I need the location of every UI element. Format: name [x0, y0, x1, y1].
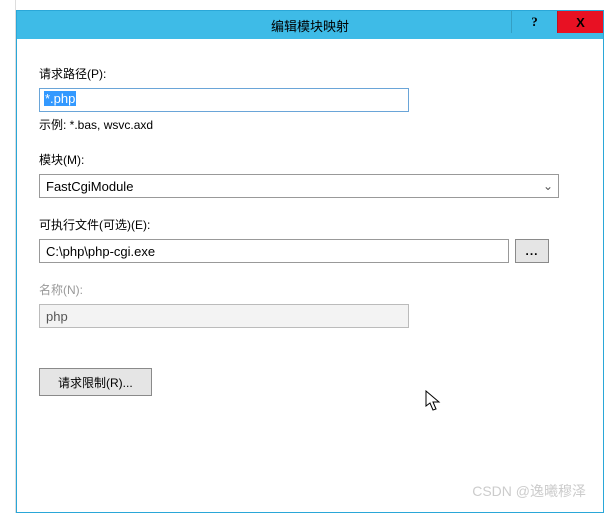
executable-input[interactable] — [39, 239, 509, 263]
request-path-label: 请求路径(P): — [39, 65, 581, 82]
name-group: 名称(N): — [39, 281, 581, 328]
dialog-window: 编辑模块映射 ? X 请求路径(P): *.php 示例: *.bas, wsv… — [16, 10, 604, 513]
request-path-group: 请求路径(P): *.php 示例: *.bas, wsvc.axd — [39, 65, 581, 133]
request-restrictions-button[interactable]: 请求限制(R)... — [39, 368, 152, 396]
help-button[interactable]: ? — [511, 11, 557, 33]
watermark: CSDN @逸曦穆泽 — [472, 481, 586, 501]
dialog-content: 请求路径(P): *.php 示例: *.bas, wsvc.axd 模块(M)… — [17, 39, 603, 416]
executable-group: 可执行文件(可选)(E): ... — [39, 216, 581, 263]
module-value: FastCgiModule — [40, 179, 538, 194]
request-path-value: *.php — [44, 91, 76, 106]
browse-button[interactable]: ... — [515, 239, 549, 263]
close-button[interactable]: X — [557, 11, 603, 33]
module-select[interactable]: FastCgiModule ⌄ — [39, 174, 559, 198]
executable-row: ... — [39, 239, 581, 263]
executable-label: 可执行文件(可选)(E): — [39, 216, 581, 233]
titlebar: 编辑模块映射 ? X — [17, 11, 603, 39]
request-path-hint: 示例: *.bas, wsvc.axd — [39, 116, 581, 133]
name-input — [39, 304, 409, 328]
module-label: 模块(M): — [39, 151, 581, 168]
request-path-input[interactable]: *.php — [39, 88, 409, 112]
chevron-down-icon: ⌄ — [538, 179, 558, 193]
background-panel-left — [0, 0, 16, 513]
module-group: 模块(M): FastCgiModule ⌄ — [39, 151, 581, 198]
titlebar-buttons: ? X — [511, 11, 603, 33]
name-label: 名称(N): — [39, 281, 581, 298]
